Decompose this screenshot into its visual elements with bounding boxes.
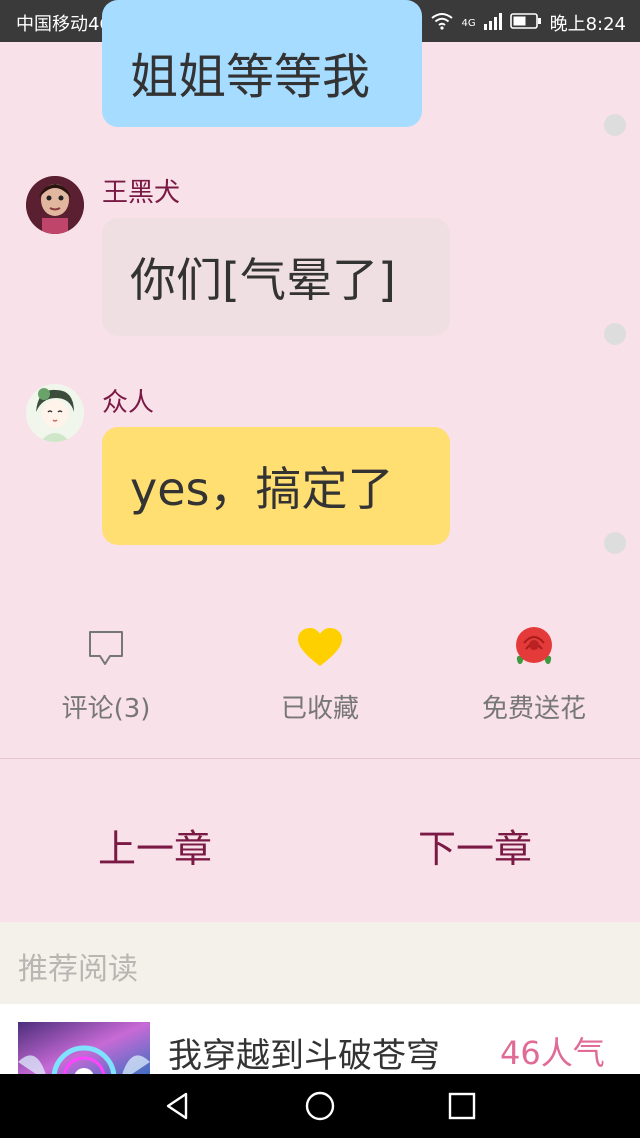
divider bbox=[0, 758, 640, 759]
flower-label: 免费送花 bbox=[481, 694, 586, 724]
comment-button[interactable]: 评论(3) bbox=[6, 620, 206, 725]
message-text: 姐姐等等我 bbox=[130, 48, 371, 105]
recommend-title: 推荐阅读 bbox=[18, 952, 138, 987]
next-chapter-button[interactable]: 下一章 bbox=[418, 818, 532, 873]
status-right: 4G 晚上8:24 bbox=[411, 10, 626, 36]
clock: 晚上8:24 bbox=[549, 14, 626, 35]
back-icon[interactable] bbox=[162, 1090, 194, 1122]
message-text: 你们[气晕了] bbox=[130, 253, 396, 307]
recommend-section-header: 推荐阅读 bbox=[0, 922, 640, 1004]
wifi-icon bbox=[431, 12, 454, 35]
network-label: 4G bbox=[461, 17, 476, 29]
recommend-item[interactable]: 我穿越到斗破苍穹 46人气 bbox=[0, 1004, 640, 1074]
home-icon[interactable] bbox=[304, 1090, 336, 1122]
message-bubble[interactable]: 姐姐等等我 bbox=[102, 0, 422, 127]
favorite-label: 已收藏 bbox=[280, 694, 359, 724]
message-text: yes，搞定了 bbox=[130, 462, 394, 516]
rose-icon bbox=[510, 623, 558, 677]
comment-label: 评论(3) bbox=[61, 694, 151, 724]
book-popularity: 46人气 bbox=[500, 1034, 605, 1072]
avatar[interactable] bbox=[26, 176, 84, 234]
sender-name: 王黑犬 bbox=[102, 178, 181, 208]
action-bar: 评论(3) 已收藏 免费送花 bbox=[0, 620, 640, 740]
signal-icon bbox=[483, 12, 502, 35]
favorite-button[interactable]: 已收藏 bbox=[220, 620, 420, 725]
book-title: 我穿越到斗破苍穹 bbox=[168, 1036, 440, 1074]
heart-icon bbox=[298, 628, 342, 672]
prev-chapter-button[interactable]: 上一章 bbox=[98, 818, 212, 873]
sender-name: 众人 bbox=[102, 388, 155, 418]
system-nav-bar bbox=[0, 1074, 640, 1138]
message-status-dot bbox=[604, 532, 626, 554]
comment-icon bbox=[86, 628, 126, 672]
send-flower-button[interactable]: 免费送花 bbox=[434, 620, 634, 725]
avatar[interactable] bbox=[26, 384, 84, 442]
carrier-label: 中国移动4G bbox=[16, 14, 114, 35]
message-bubble[interactable]: 你们[气晕了] bbox=[102, 218, 450, 336]
book-cover bbox=[18, 1022, 150, 1074]
message-status-dot bbox=[604, 323, 626, 345]
recents-icon[interactable] bbox=[446, 1090, 478, 1122]
battery-icon bbox=[509, 12, 542, 34]
message-bubble[interactable]: yes，搞定了 bbox=[102, 427, 450, 545]
message-status-dot bbox=[604, 114, 626, 136]
